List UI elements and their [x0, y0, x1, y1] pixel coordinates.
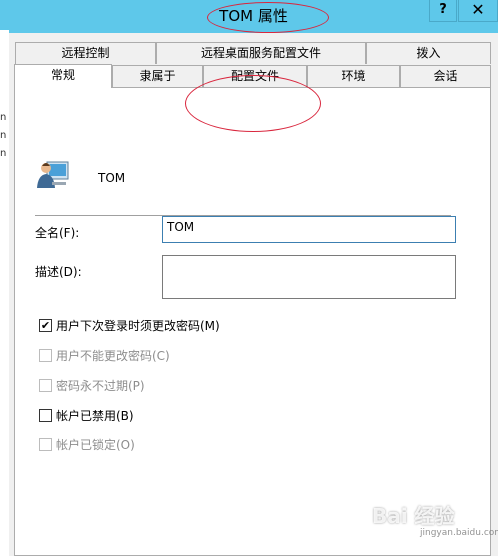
checkbox-box[interactable] [39, 437, 52, 451]
fullname-field[interactable]: TOM [162, 216, 456, 243]
user-icon [37, 161, 69, 188]
background-text-fragment: n [0, 148, 7, 159]
dialog-body: 远程控制 远程桌面服务配置文件 拨入 常规 隶属于 配置文件 环境 会话 TOM… [9, 33, 498, 556]
tab-general[interactable]: 常规 [14, 64, 112, 88]
checkbox-box[interactable] [39, 348, 52, 362]
checkbox-box[interactable]: ✔ [39, 318, 52, 332]
close-button[interactable]: ✕ [458, 0, 498, 22]
description-field[interactable] [162, 255, 456, 299]
checkbox-label: 用户下次登录时须更改密码(M) [56, 318, 220, 333]
checkbox-box[interactable] [39, 408, 52, 422]
tab-rds-profile[interactable]: 远程桌面服务配置文件 [156, 42, 366, 64]
checkbox-must-change-password[interactable]: ✔ 用户下次登录时须更改密码(M) [39, 317, 220, 333]
watermark-logo: Bai 经验 [372, 504, 455, 528]
tab-profile[interactable]: 配置文件 [203, 65, 307, 87]
properties-dialog: TOM 属性 ? ✕ 远程控制 远程桌面服务配置文件 拨入 常规 隶属于 配置文… [9, 0, 498, 556]
checkbox-account-locked[interactable]: 帐户已锁定(O) [39, 436, 135, 452]
checkbox-label: 帐户已锁定(O) [56, 437, 135, 452]
checkbox-box[interactable] [39, 378, 52, 392]
help-button[interactable]: ? [429, 0, 457, 22]
user-display-name: TOM [98, 171, 126, 185]
tab-dial-in[interactable]: 拨入 [366, 42, 491, 64]
tab-member-of[interactable]: 隶属于 [112, 65, 203, 87]
fullname-label: 全名(F): [35, 226, 80, 240]
checkbox-label: 密码永不过期(P) [56, 378, 145, 393]
general-tab-panel: TOM 全名(F): TOM 描述(D): ✔ 用户下次登录时须更改密码(M) … [14, 87, 491, 556]
checkbox-label: 帐户已禁用(B) [56, 408, 134, 423]
tab-sessions[interactable]: 会话 [400, 65, 491, 87]
title-annotation-circle [207, 2, 329, 33]
tab-remote-control[interactable]: 远程控制 [15, 42, 156, 64]
background-window-strip: n n n [0, 30, 9, 556]
checkbox-account-disabled[interactable]: 帐户已禁用(B) [39, 407, 134, 423]
background-text-fragment: n [0, 112, 7, 123]
watermark-url: jingyan.baidu.com [420, 528, 498, 538]
description-label: 描述(D): [35, 265, 82, 279]
background-text-fragment: n [0, 130, 7, 141]
checkbox-cannot-change-password[interactable]: 用户不能更改密码(C) [39, 347, 170, 363]
checkbox-label: 用户不能更改密码(C) [56, 348, 170, 363]
title-bar[interactable]: TOM 属性 ? ✕ [9, 0, 498, 33]
checkbox-password-never-expires[interactable]: 密码永不过期(P) [39, 377, 145, 393]
tab-environment[interactable]: 环境 [307, 65, 400, 87]
